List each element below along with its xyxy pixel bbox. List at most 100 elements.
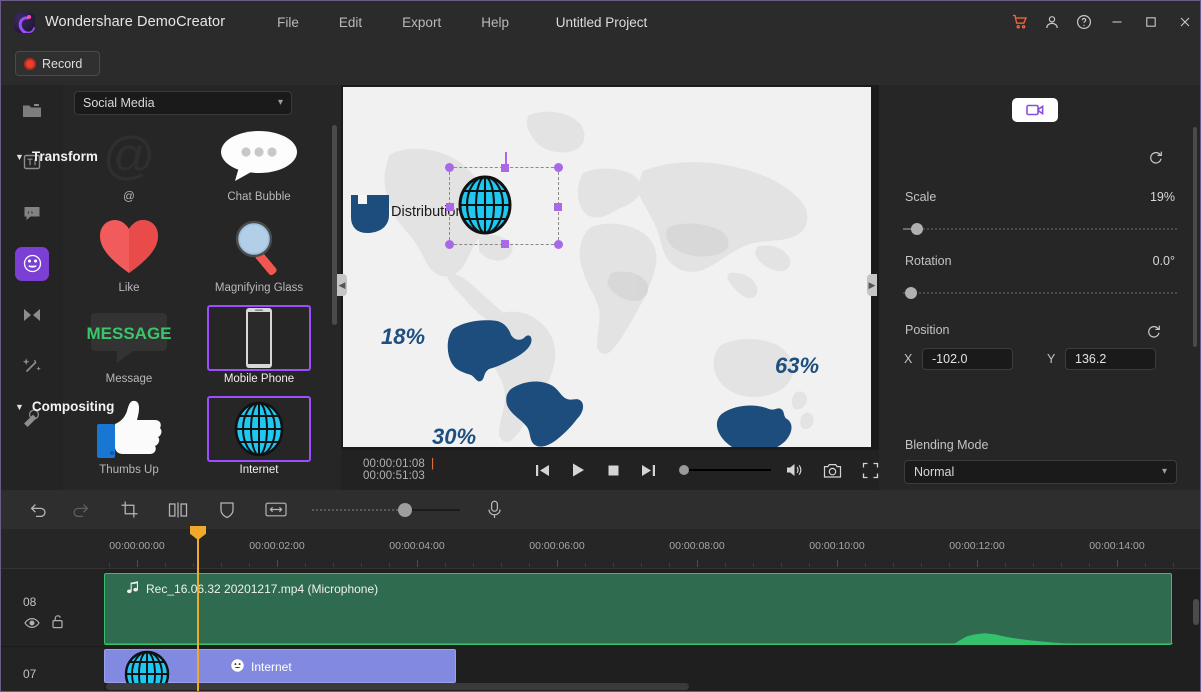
menu-file[interactable]: File [257, 11, 319, 34]
heart-icon [98, 218, 160, 276]
snapshot-button[interactable] [823, 462, 842, 479]
sticker-item-internet[interactable]: Internet [201, 396, 317, 487]
play-button[interactable] [569, 461, 587, 479]
menu-export[interactable]: Export [382, 11, 461, 34]
sidebar-item-transitions[interactable] [1, 289, 63, 340]
compositing-section-header[interactable]: ▼ Compositing [15, 399, 114, 414]
resize-handle-bottom-right[interactable] [554, 240, 563, 249]
sidebar-item-effects[interactable] [1, 340, 63, 391]
blending-mode-dropdown[interactable]: Normal ▾ [904, 460, 1177, 484]
resize-handle-bottom-center[interactable] [501, 240, 509, 248]
playhead[interactable] [197, 529, 199, 692]
timeline-vertical-scrollbar[interactable] [1193, 599, 1199, 625]
shield-button[interactable] [207, 490, 247, 529]
title-bar: Wondershare DemoCreator File Edit Export… [1, 1, 1201, 43]
scale-slider[interactable] [903, 222, 1177, 236]
close-button[interactable] [1168, 1, 1201, 43]
sticker-thumbnail [207, 214, 311, 280]
track-header-07[interactable]: 07 [1, 647, 104, 692]
collapse-left-panel-button[interactable]: ◀ [337, 274, 347, 296]
collapse-right-panel-button[interactable]: ▶ [867, 274, 877, 296]
menu-bar: File Edit Export Help [257, 11, 529, 34]
maximize-button[interactable] [1134, 1, 1168, 43]
volume-icon[interactable] [785, 462, 803, 478]
resize-handle-middle-right[interactable] [554, 203, 562, 211]
transform-section-header[interactable]: ▼ Transform [15, 149, 98, 164]
fit-width-button[interactable] [256, 490, 296, 529]
timeline-ruler[interactable]: 00:00:00:00 00:00:02:00 00:00:04:00 00:0… [1, 529, 1201, 569]
resize-handle-top-center[interactable] [501, 164, 509, 172]
minimize-button[interactable] [1100, 1, 1134, 43]
menu-help[interactable]: Help [461, 11, 529, 34]
timeline-horizontal-scrollbar[interactable] [106, 683, 689, 690]
fullscreen-button[interactable] [862, 462, 879, 479]
record-label: Record [42, 57, 82, 71]
resize-handle-bottom-left[interactable] [445, 240, 454, 249]
selection-box[interactable] [449, 167, 559, 245]
scale-slider-knob[interactable] [911, 223, 923, 235]
mobile-phone-icon [244, 307, 274, 369]
caption-icon [15, 196, 49, 230]
audio-clip[interactable]: Rec_16.06.32 20201217.mp4 (Microphone) [104, 573, 1172, 645]
library-scrollbar[interactable] [332, 125, 337, 481]
bookmark-flag-icon [349, 193, 393, 235]
next-frame-button[interactable] [640, 462, 657, 479]
sticker-item-message[interactable]: MESSAGE Message [71, 305, 187, 396]
undo-button[interactable] [18, 490, 58, 529]
sticker-library-panel: Social Media ▾ @ @ Chat B [63, 85, 341, 490]
position-inputs: X -102.0 Y 136.2 [904, 348, 1176, 370]
y-input[interactable]: 136.2 [1065, 348, 1156, 370]
resize-handle-top-left[interactable] [445, 163, 454, 172]
eye-icon[interactable] [24, 616, 40, 634]
sticker-clip[interactable]: Internet [104, 649, 456, 683]
resize-handle-middle-left[interactable] [446, 203, 454, 211]
rotation-slider-knob[interactable] [905, 287, 917, 299]
x-input[interactable]: -102.0 [922, 348, 1013, 370]
sticker-item-at[interactable]: @ @ [71, 123, 187, 214]
at-sign-icon: @ [103, 130, 156, 182]
sticker-thumbnail: MESSAGE [77, 305, 181, 371]
democreator-window: Wondershare DemoCreator File Edit Export… [0, 0, 1201, 692]
sidebar-item-media[interactable] [1, 85, 63, 136]
cart-icon[interactable] [1004, 1, 1036, 43]
preview-canvas[interactable]: Distribution 18% 30% 63% [343, 87, 871, 447]
help-icon[interactable] [1068, 1, 1100, 43]
rotation-slider[interactable] [903, 286, 1177, 300]
sticker-item-like[interactable]: Like [71, 214, 187, 305]
volume-knob[interactable] [679, 465, 689, 475]
camera-tab[interactable] [1012, 98, 1058, 122]
ruler-tick-label: 00:00:04:00 [389, 540, 444, 552]
microphone-button[interactable] [474, 490, 514, 529]
total-time: 00:00:51:03 [363, 470, 425, 482]
sidebar-item-stickers[interactable] [1, 238, 63, 289]
position-row: Position [905, 323, 1175, 337]
track-header-08[interactable]: 08 [1, 569, 104, 647]
sticker-label: Magnifying Glass [215, 282, 303, 294]
rotation-label: Rotation [905, 254, 952, 268]
crop-button[interactable] [109, 490, 149, 529]
account-icon[interactable] [1036, 1, 1068, 43]
unlock-icon[interactable] [51, 614, 64, 634]
category-dropdown[interactable]: Social Media ▾ [74, 91, 292, 115]
prev-frame-button[interactable] [534, 462, 551, 479]
scale-row: Scale 19% [905, 190, 1175, 204]
sidebar-item-captions[interactable] [1, 187, 63, 238]
timeline-zoom-slider[interactable] [312, 503, 460, 517]
redo-button[interactable] [60, 490, 100, 529]
reset-position-button[interactable] [1146, 323, 1161, 343]
timecode-separator: | [431, 458, 434, 470]
stop-button[interactable] [605, 462, 622, 479]
sticker-item-magnifying-glass[interactable]: Magnifying Glass [201, 214, 317, 305]
timeline-zoom-knob[interactable] [398, 503, 412, 517]
reset-transform-button[interactable] [1148, 149, 1163, 169]
timecode-display: 00:00:01:08 | 00:00:51:03 [363, 458, 494, 482]
record-button[interactable]: Record [15, 51, 100, 76]
sticker-label: Mobile Phone [224, 373, 294, 385]
split-button[interactable] [158, 490, 198, 529]
resize-handle-top-right[interactable] [554, 163, 563, 172]
sticker-item-chat-bubble[interactable]: Chat Bubble [201, 123, 317, 214]
sticker-item-mobile-phone[interactable]: Mobile Phone [201, 305, 317, 396]
properties-scrollbar[interactable] [1193, 127, 1197, 347]
menu-edit[interactable]: Edit [319, 11, 382, 34]
volume-slider[interactable] [679, 463, 765, 477]
